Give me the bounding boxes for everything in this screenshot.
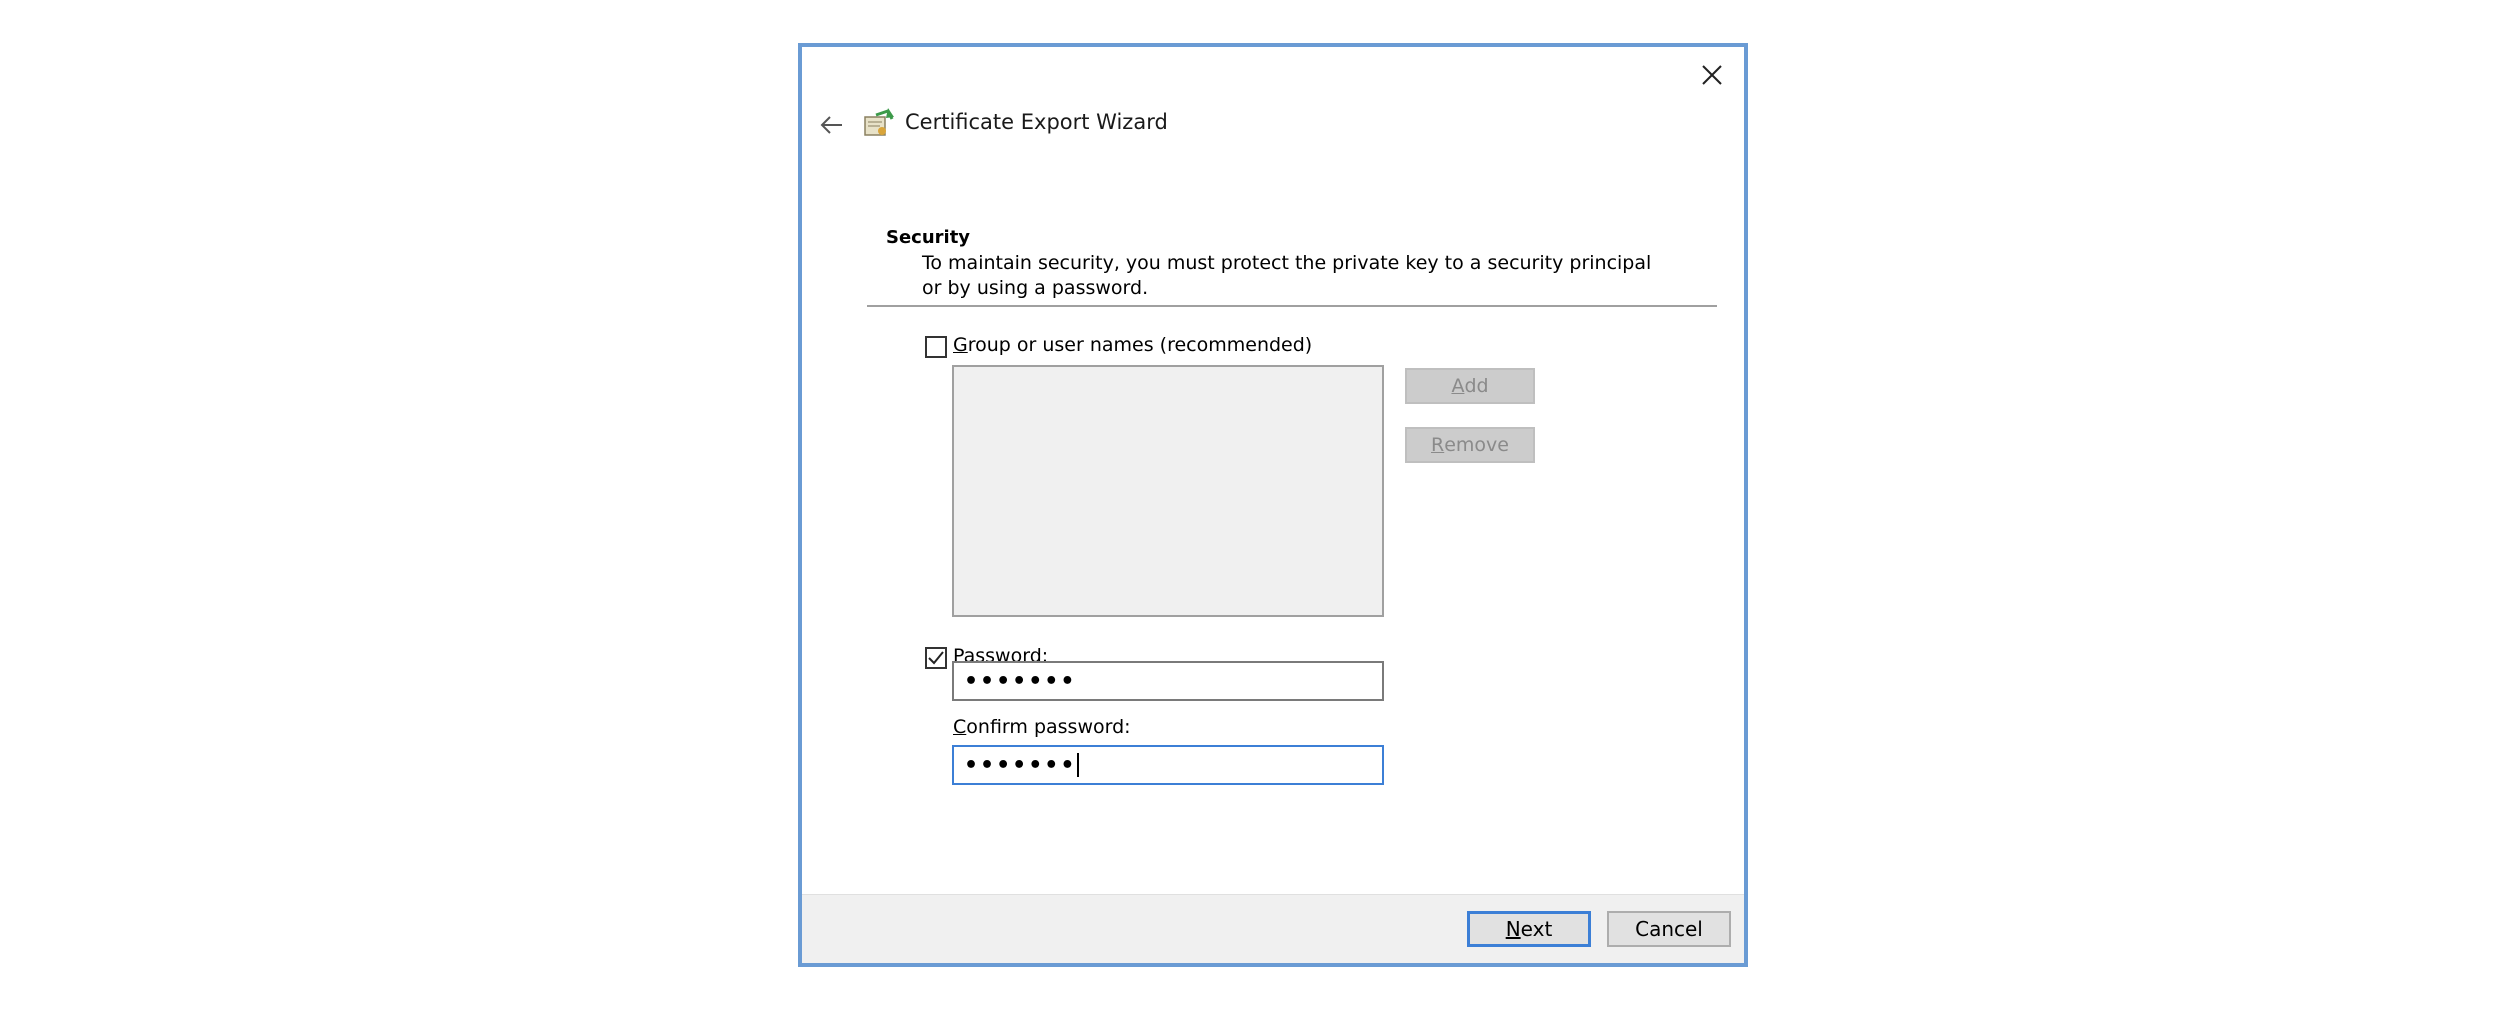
group-checkbox-label[interactable]: Group or user names (recommended) xyxy=(953,334,1312,356)
text-caret xyxy=(1077,753,1080,777)
back-arrow-icon xyxy=(820,116,842,134)
certificate-icon xyxy=(864,108,894,136)
group-user-list[interactable] xyxy=(952,365,1384,617)
group-checkbox[interactable] xyxy=(925,336,947,358)
password-field[interactable]: ••••••• xyxy=(952,661,1384,701)
section-heading: Security xyxy=(886,227,971,248)
section-description: To maintain security, you must protect t… xyxy=(922,252,1652,299)
confirm-password-field[interactable]: ••••••• xyxy=(952,745,1384,785)
add-button[interactable]: Add xyxy=(1405,368,1535,404)
checkmark-icon xyxy=(928,651,944,665)
next-button[interactable]: Next xyxy=(1467,911,1591,947)
close-icon xyxy=(1702,65,1722,85)
page-root: Certificate Export Wizard Security To ma… xyxy=(0,0,2500,1011)
certificate-export-wizard-dialog: Certificate Export Wizard Security To ma… xyxy=(798,43,1748,967)
close-button[interactable] xyxy=(1690,55,1734,95)
cancel-button[interactable]: Cancel xyxy=(1607,911,1731,947)
divider xyxy=(867,305,1717,307)
wizard-title: Certificate Export Wizard xyxy=(905,110,1168,134)
remove-button[interactable]: Remove xyxy=(1405,427,1535,463)
back-button[interactable] xyxy=(812,105,852,145)
wizard-footer: Next Cancel xyxy=(802,894,1744,963)
confirm-password-label: Confirm password: xyxy=(953,716,1131,738)
password-checkbox[interactable] xyxy=(925,647,947,669)
